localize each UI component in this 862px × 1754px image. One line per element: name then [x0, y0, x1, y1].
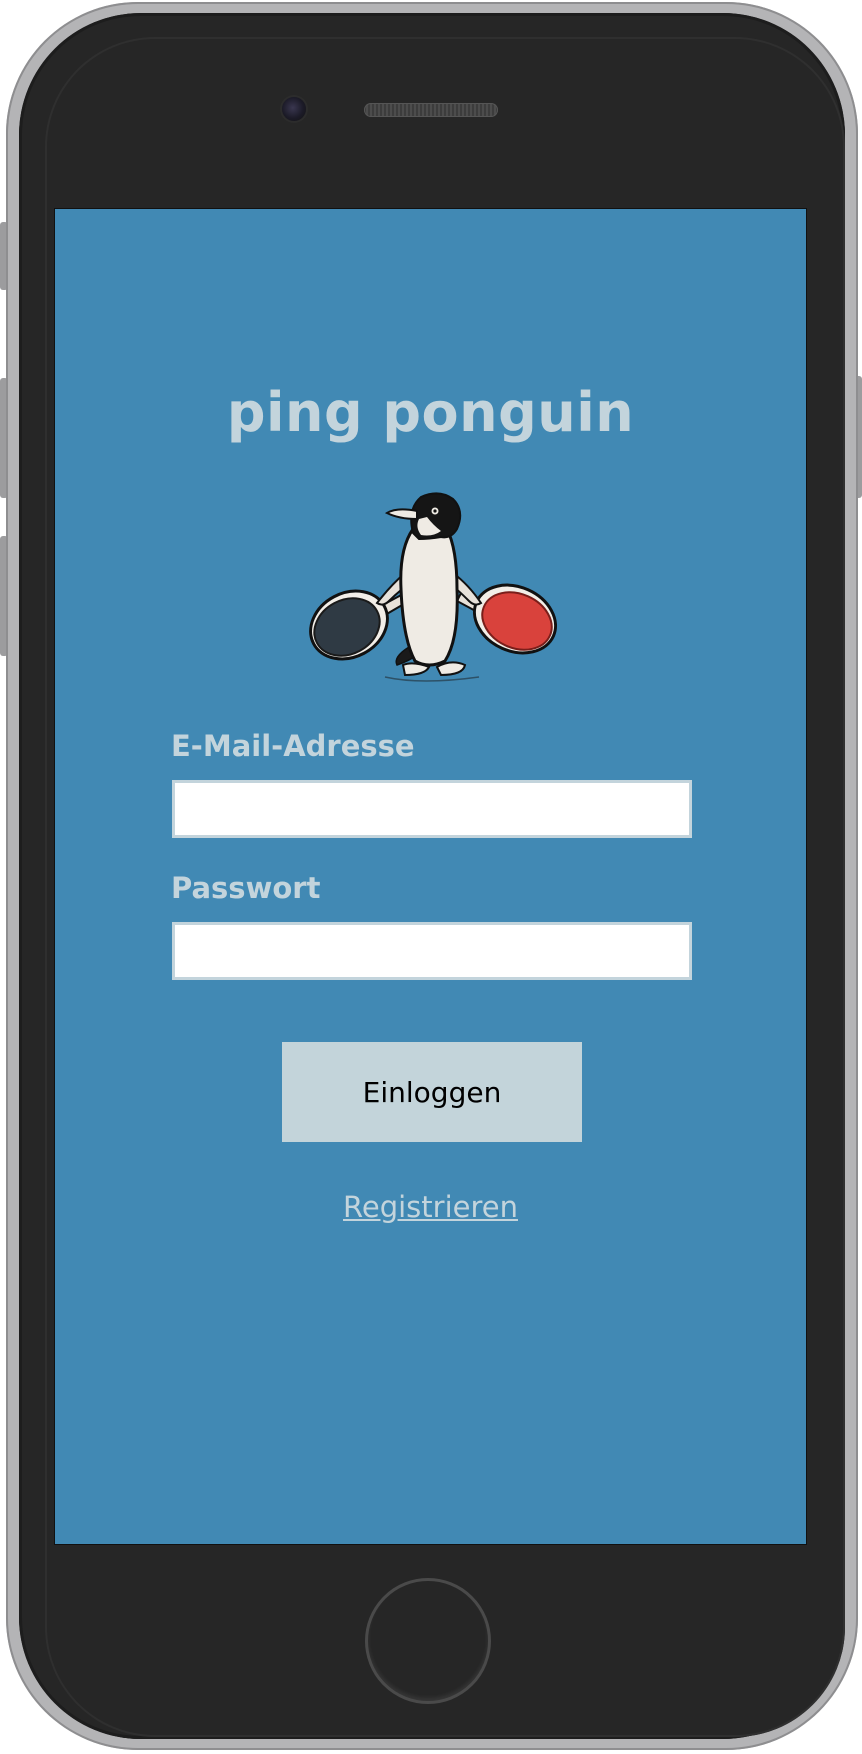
login-button[interactable]: Einloggen	[282, 1042, 582, 1142]
home-button[interactable]	[365, 1578, 491, 1704]
register-link[interactable]: Registrieren	[343, 1190, 518, 1224]
front-camera-icon	[282, 97, 306, 121]
email-label: E-Mail-Adresse	[171, 729, 415, 763]
device-mockup: ping ponguin E-Mail-Adresse Passwort Ein…	[0, 0, 862, 1754]
email-field[interactable]	[172, 780, 692, 838]
password-field[interactable]	[172, 922, 692, 980]
app-title: ping ponguin	[226, 381, 635, 444]
earpiece-speaker	[364, 103, 498, 117]
password-label: Passwort	[171, 871, 321, 905]
register-link-container: Registrieren	[55, 1190, 806, 1224]
login-screen: ping ponguin E-Mail-Adresse Passwort Ein…	[55, 209, 806, 1544]
penguin-logo-icon	[309, 492, 558, 682]
